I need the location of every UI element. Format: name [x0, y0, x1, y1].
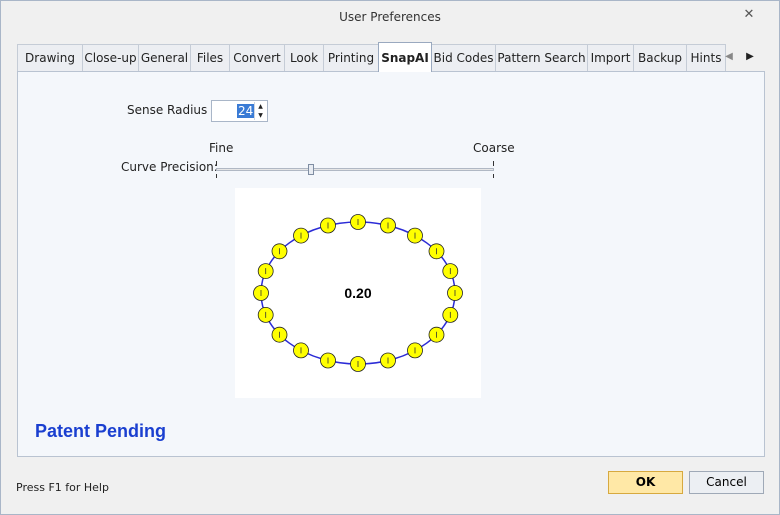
tab-convert[interactable]: Convert — [229, 44, 285, 71]
curve-preview: 0.20 — [235, 188, 481, 398]
tab-files[interactable]: Files — [190, 44, 230, 71]
slider-tick-end — [493, 161, 494, 166]
curve-precision-label: Curve Precision: — [121, 160, 218, 174]
tab-import[interactable]: Import — [587, 44, 634, 71]
tab-snapai[interactable]: SnapAI — [378, 42, 432, 72]
sense-radius-spinner[interactable]: 24 ▲ ▼ — [211, 100, 268, 122]
tab-printing[interactable]: Printing — [323, 44, 379, 71]
tab-general[interactable]: General — [138, 44, 191, 71]
slider-tick-start — [216, 161, 217, 166]
tab-drawing[interactable]: Drawing — [17, 44, 83, 71]
patent-pending-text: Patent Pending — [35, 421, 167, 441]
slider-track — [216, 168, 494, 171]
spin-up-icon[interactable]: ▲ — [254, 102, 266, 111]
cancel-button[interactable]: Cancel — [689, 471, 764, 494]
slider-tick-end-bottom — [493, 174, 494, 178]
slider-thumb[interactable] — [308, 164, 314, 175]
snapai-panel: Sense Radius : 24 ▲ ▼ Fine Coarse Curve … — [17, 71, 765, 457]
tab-pattern-search[interactable]: Pattern Search — [495, 44, 588, 71]
close-icon[interactable]: ✕ — [741, 7, 757, 23]
tab-strip: Drawing Close-up General Files Convert L… — [17, 42, 767, 72]
tab-scroll-right-icon[interactable]: ▶ — [744, 50, 756, 64]
window-title: User Preferences — [339, 10, 441, 24]
curve-preview-canvas: 0.20 — [253, 214, 463, 372]
tab-bid-codes[interactable]: Bid Codes — [431, 44, 496, 71]
title-bar: User Preferences ✕ — [1, 1, 779, 32]
fine-label: Fine — [209, 141, 234, 155]
preview-value: 0.20 — [344, 285, 371, 301]
tab-look[interactable]: Look — [284, 44, 324, 71]
slider-tick-start-bottom — [216, 174, 217, 178]
sense-radius-label: Sense Radius : — [127, 103, 216, 117]
coarse-label: Coarse — [473, 141, 515, 155]
spin-down-icon[interactable]: ▼ — [254, 111, 266, 120]
ok-button[interactable]: OK — [608, 471, 683, 494]
curve-precision-slider[interactable] — [216, 161, 494, 183]
tab-scroll-left-icon[interactable]: ◀ — [723, 50, 735, 64]
status-text: Press F1 for Help — [16, 481, 109, 494]
spinner-buttons: ▲ ▼ — [254, 102, 266, 120]
tab-backup[interactable]: Backup — [633, 44, 687, 71]
tab-close-up[interactable]: Close-up — [82, 44, 139, 71]
user-preferences-dialog: User Preferences ✕ Drawing Close-up Gene… — [0, 0, 780, 515]
tab-hints[interactable]: Hints — [686, 44, 726, 71]
sense-radius-value[interactable]: 24 — [237, 104, 255, 118]
